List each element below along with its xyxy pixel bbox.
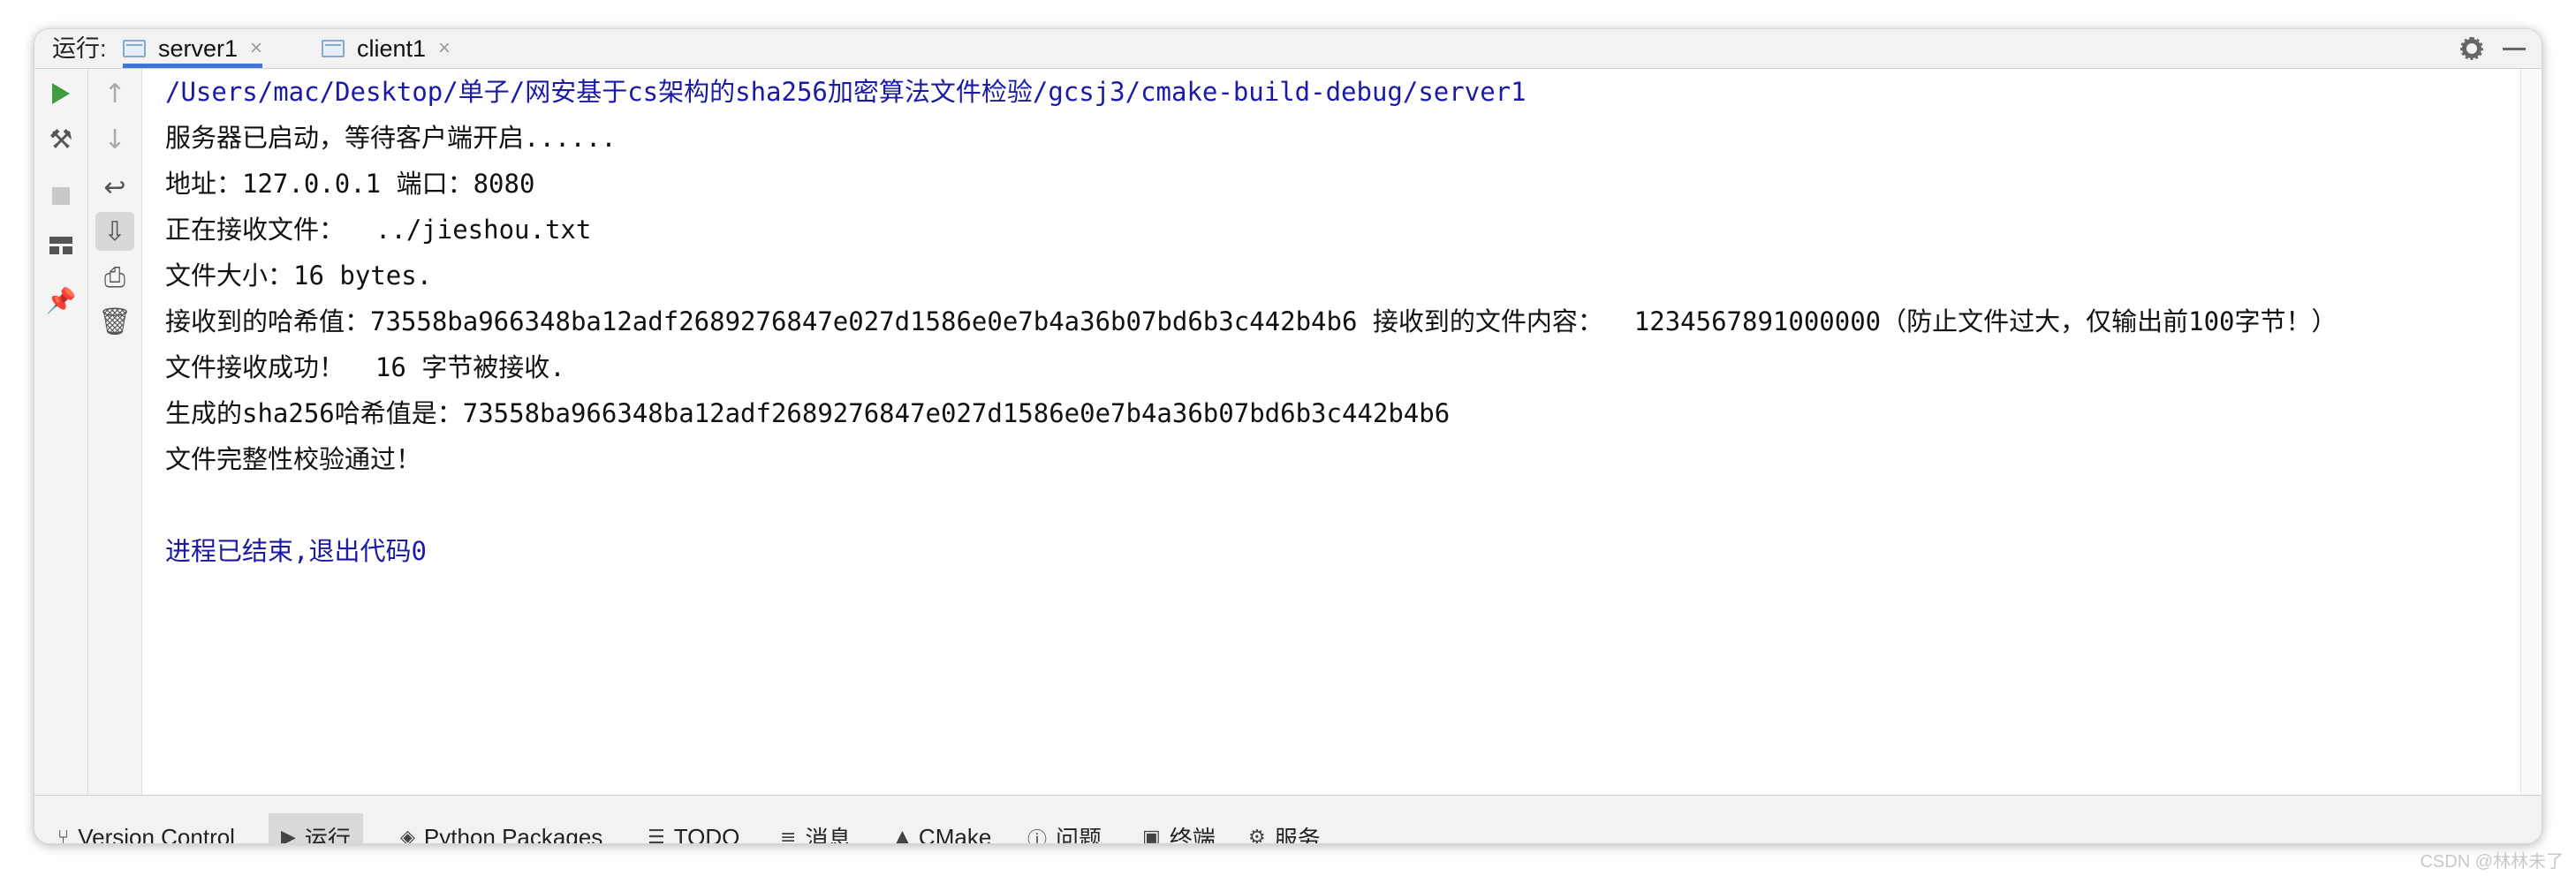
settings-gear-icon[interactable]: [2460, 37, 2483, 60]
arrow-up-icon: ↑: [103, 78, 126, 110]
tool-label: Version Control: [78, 824, 235, 844]
tool-label: 服务: [1274, 826, 1321, 844]
tool-run[interactable]: ▶ 运行: [269, 813, 363, 844]
tab-client1[interactable]: client1 ×: [322, 29, 451, 68]
tool-label: 终端: [1169, 826, 1216, 844]
run-actions-toolbar: ⚒ 📌: [34, 69, 88, 795]
vertical-scrollbar[interactable]: [2520, 69, 2541, 795]
tool-messages[interactable]: ≡ 消息: [768, 813, 863, 844]
branch-icon: ⑂: [57, 827, 70, 844]
minimize-icon[interactable]: [2503, 47, 2526, 50]
layout-button[interactable]: [42, 226, 80, 265]
console-tab-icon: [322, 40, 345, 57]
soft-wrap-button[interactable]: ↩: [95, 168, 134, 207]
trash-icon: 🗑: [97, 306, 133, 337]
tool-label: 问题: [1056, 826, 1102, 844]
services-icon: ⚙: [1248, 827, 1266, 844]
terminal-icon: ▣: [1142, 827, 1161, 844]
console-line: 接收到的哈希值：73558ba966348ba12adf2689276847e0…: [165, 306, 2337, 336]
run-tab-bar: 运行: server1 × client1 ×: [34, 29, 2542, 69]
cmake-icon: ▲: [895, 827, 910, 844]
tool-todo[interactable]: ☰ TODO: [635, 813, 752, 844]
tool-label: 消息: [805, 826, 852, 844]
pin-icon: 📌: [45, 285, 77, 315]
edit-configuration-button[interactable]: ⚒: [42, 120, 80, 159]
run-tool-window: 运行: server1 × client1 × ⚒ 📌 ↑ ↓ ↩ ⇩ ⎙ 🗑: [34, 28, 2542, 844]
up-button[interactable]: ↑: [95, 74, 134, 113]
tab-label: client1: [357, 34, 427, 62]
stop-icon: [52, 187, 70, 205]
tool-terminal[interactable]: ▣ 终端: [1130, 813, 1228, 844]
console-line: 生成的sha256哈希值是：73558ba966348ba12adf268927…: [165, 398, 1451, 428]
console-line: 文件接收成功！ 16 字节被接收.: [165, 352, 565, 382]
close-icon[interactable]: ×: [438, 36, 451, 61]
packages-icon: ◈: [400, 827, 415, 844]
soft-wrap-icon: ↩: [103, 171, 126, 203]
console-tab-icon: [123, 40, 146, 57]
console-line-exit-status: 进程已结束,退出代码0: [165, 536, 427, 566]
stop-button[interactable]: [42, 177, 80, 215]
console-line: 文件大小：16 bytes.: [165, 261, 433, 291]
run-icon: ▶: [281, 827, 296, 844]
tool-problems[interactable]: ⓘ 问题: [1015, 813, 1114, 844]
tool-cmake[interactable]: ▲ CMake: [883, 813, 1004, 844]
scroll-to-end-icon: ⇩: [103, 215, 126, 247]
active-tab-indicator: [123, 64, 263, 68]
watermark: CSDN @林林未了: [2420, 852, 2564, 872]
close-icon[interactable]: ×: [250, 36, 262, 61]
tool-label: CMake: [918, 824, 992, 844]
tool-label: TODO: [673, 824, 740, 844]
tool-label: 运行: [304, 826, 351, 844]
play-icon: [52, 83, 70, 104]
console-line: 服务器已启动，等待客户端开启......: [165, 123, 617, 153]
console-line: 地址：127.0.0.1 端口：8080: [165, 169, 535, 199]
tool-window-bar: ⑂ Version Control ▶ 运行 ◈ Python Packages…: [34, 795, 2542, 844]
console-line: 正在接收文件： ../jieshou.txt: [165, 215, 592, 245]
clear-all-button[interactable]: 🗑: [95, 302, 134, 341]
pin-tab-button[interactable]: 📌: [42, 281, 80, 320]
arrow-down-icon: ↓: [103, 124, 126, 155]
print-button[interactable]: ⎙: [95, 258, 134, 297]
console-line: 文件完整性校验通过！: [165, 444, 422, 474]
layout-icon: [49, 237, 72, 254]
console-output[interactable]: /Users/mac/Desktop/单子/网安基于cs架构的sha256加密算…: [142, 69, 2541, 795]
wrench-icon: ⚒: [49, 124, 73, 155]
rerun-button[interactable]: [42, 74, 80, 113]
messages-icon: ≡: [780, 827, 797, 844]
console-line-command-path: /Users/mac/Desktop/单子/网安基于cs架构的sha256加密算…: [165, 77, 1527, 107]
tool-services[interactable]: ⚙ 服务: [1236, 813, 1333, 844]
scroll-to-end-button[interactable]: ⇩: [95, 212, 134, 251]
down-button[interactable]: ↓: [95, 120, 134, 159]
tab-server1[interactable]: server1 ×: [123, 29, 263, 68]
printer-icon: ⎙: [104, 261, 125, 293]
tool-label: Python Packages: [423, 824, 603, 844]
run-label: 运行:: [52, 35, 107, 62]
console-actions-toolbar: ↑ ↓ ↩ ⇩ ⎙ 🗑: [88, 69, 142, 795]
todo-icon: ☰: [648, 827, 665, 844]
tool-python-packages[interactable]: ◈ Python Packages: [388, 813, 615, 844]
problems-icon: ⓘ: [1027, 828, 1048, 844]
tool-version-control[interactable]: ⑂ Version Control: [45, 813, 247, 844]
tab-label: server1: [158, 34, 239, 62]
